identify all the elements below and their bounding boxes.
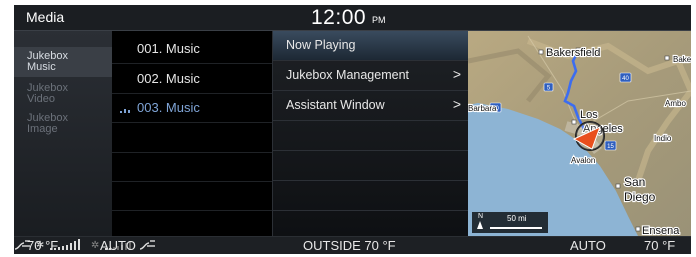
sidebar-item-label: Image	[27, 123, 58, 135]
track-row-playing[interactable]: 003. Music	[112, 93, 272, 123]
svg-text:Diego: Diego	[624, 190, 656, 204]
track-list: 001. Music 002. Music 003. Music	[112, 31, 272, 236]
svg-text:Bakersfield: Bakersfield	[546, 47, 600, 59]
track-title: 002. Music	[137, 71, 200, 86]
airflow-icon[interactable]	[139, 239, 157, 251]
sidebar-item-jukebox-image[interactable]: Jukebox Image	[14, 113, 112, 137]
map-scale: N 50 mi	[472, 212, 548, 233]
svg-text:Barbara: Barbara	[468, 104, 497, 113]
sidebar-item-jukebox-video[interactable]: Jukebox Video	[14, 83, 112, 107]
top-status-bar: Media 12:00 PM	[14, 5, 691, 31]
scale-distance: 50 mi	[507, 214, 527, 223]
chevron-right-icon: >	[452, 66, 461, 82]
map-graphic: 5 40 10 15 Bakersfield Bake Los Angeles …	[468, 31, 691, 236]
track-title: 003. Music	[137, 100, 200, 115]
scale-bar	[490, 227, 542, 229]
svg-text:15: 15	[607, 144, 614, 150]
empty-menu-row	[273, 121, 469, 151]
empty-menu-row	[273, 181, 469, 211]
empty-row	[112, 123, 272, 153]
clock-ampm: PM	[372, 15, 386, 25]
options-menu: Now Playing Jukebox Management > Assista…	[272, 31, 469, 236]
svg-text:Avalon: Avalon	[571, 156, 595, 165]
menu-item-label: Assistant Window	[286, 98, 385, 112]
empty-row	[112, 181, 272, 211]
menu-item-jukebox-management[interactable]: Jukebox Management >	[273, 61, 469, 91]
svg-text:✲: ✲	[91, 240, 99, 251]
empty-menu-row	[273, 151, 469, 181]
north-label: N	[478, 213, 484, 220]
sidebar-item-jukebox-music[interactable]: Jukebox Music	[14, 47, 112, 77]
menu-item-label: Jukebox Management	[286, 68, 409, 82]
passenger-temp[interactable]: 70 °F	[644, 238, 675, 253]
infotainment-screen: Media 12:00 PM Jukebox Music Jukebox Vid…	[14, 5, 691, 254]
svg-text:San: San	[624, 175, 645, 189]
driver-auto-mode[interactable]: AUTO	[100, 238, 136, 253]
svg-text:Ensena: Ensena	[642, 225, 680, 236]
menu-item-now-playing[interactable]: Now Playing	[273, 31, 469, 61]
empty-row	[112, 152, 272, 182]
track-title: 001. Music	[137, 41, 200, 56]
chevron-right-icon: >	[452, 96, 461, 112]
climate-bar: 70 °F AUTO ✲ OUTSIDE 70 °F ✲ AUTO 70 °F	[14, 236, 691, 254]
media-source-sidebar: Jukebox Music Jukebox Video Jukebox Imag…	[14, 31, 112, 236]
svg-text:Los: Los	[580, 109, 598, 121]
north-arrow-icon	[477, 221, 483, 229]
now-playing-equalizer-icon	[120, 109, 130, 113]
sidebar-item-label: Video	[27, 93, 55, 105]
driver-temp[interactable]: 70 °F	[27, 238, 58, 253]
track-row[interactable]: 001. Music	[112, 34, 272, 64]
track-row[interactable]: 002. Music	[112, 64, 272, 94]
passenger-auto-mode[interactable]: AUTO	[570, 238, 606, 253]
menu-item-label: Now Playing	[286, 38, 356, 52]
menu-item-assistant-window[interactable]: Assistant Window >	[273, 91, 469, 121]
svg-text:Ambo: Ambo	[665, 99, 686, 108]
outside-temp: OUTSIDE 70 °F	[303, 238, 396, 253]
svg-text:Bake: Bake	[673, 55, 691, 64]
svg-text:Indio: Indio	[654, 134, 672, 143]
clock: 12:00	[311, 6, 367, 29]
navigation-map[interactable]: 5 40 10 15 Bakersfield Bake Los Angeles …	[468, 31, 691, 236]
sidebar-item-label: Music	[27, 61, 56, 73]
svg-text:40: 40	[622, 76, 629, 82]
screen-title: Media	[26, 9, 65, 25]
